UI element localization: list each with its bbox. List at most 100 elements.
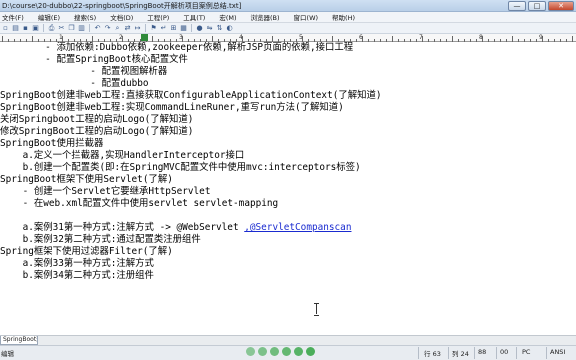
column-icon[interactable]: ▦: [179, 24, 188, 33]
menu-browser[interactable]: 浏览器(B): [244, 12, 287, 22]
line-text: SpringBoot使用拦截器: [0, 138, 104, 149]
editor-line: - 配置视图解析器: [0, 66, 167, 78]
undo-icon[interactable]: ↶: [93, 24, 102, 33]
ruler-number: 4: [239, 34, 243, 41]
window-title: D:\course\20-dubbo\22-springboot\SpringB…: [2, 2, 242, 10]
maximize-button[interactable]: □: [528, 1, 546, 11]
status-tray-icon[interactable]: [294, 347, 303, 356]
ruler-number: 1: [59, 34, 63, 41]
ruler-number: 3: [179, 34, 183, 41]
save-all-icon[interactable]: ▣: [31, 24, 40, 33]
line-text: SpringBoot创建非web工程:直接获取ConfigurableAppli…: [0, 90, 382, 101]
editor-line: SpringBoot创建非web工程:直接获取ConfigurableAppli…: [0, 90, 382, 102]
menu-help[interactable]: 帮助(H): [325, 12, 362, 22]
menu-search[interactable]: 搜索(S): [67, 12, 103, 22]
status-tray-icon[interactable]: [246, 347, 255, 356]
paste-icon[interactable]: ▥: [77, 24, 86, 33]
ruler-number: 7: [419, 34, 423, 41]
status-divider: [496, 347, 497, 359]
compare-icon[interactable]: ⇋: [205, 24, 214, 33]
save-icon[interactable]: ▪: [21, 24, 30, 33]
status-chars: 88: [478, 348, 487, 356]
editor-line: b.创建一个配置类(即:在SpringMVC配置文件中使用mvc:interce…: [0, 162, 361, 174]
editor-line: SpringBoot框架下使用Servlet(了解): [0, 174, 173, 186]
copy-icon[interactable]: ❐: [67, 24, 76, 33]
editor-line: - 在web.xml配置文件中使用servlet servlet-mapping: [0, 198, 279, 210]
editor-line: a.定义一个拦截器,实现HandlerInterceptor接口: [0, 150, 245, 162]
print-icon[interactable]: ⎙: [47, 24, 56, 33]
replace-icon[interactable]: ⇄: [123, 24, 132, 33]
status-line: 行 63: [424, 350, 441, 358]
ruler-caret-icon: [141, 34, 148, 41]
status-bar: 编辑 行 63 列 24 88 00 PC ANSI: [0, 345, 576, 360]
status-tray-icon[interactable]: [258, 347, 267, 356]
status-column: 列 24: [452, 350, 469, 358]
status-encoding: ANSI: [550, 348, 566, 356]
status-mode-text: 编辑: [1, 350, 14, 358]
line-text: a.定义一个拦截器,实现HandlerInterceptor接口: [0, 150, 245, 161]
line-text: SpringBoot框架下使用Servlet(了解): [0, 174, 173, 185]
new-icon[interactable]: ▫: [1, 24, 10, 33]
toolbar-separator: [43, 24, 44, 32]
text-cursor-icon: [313, 303, 320, 316]
line-text: a.案例33第一种方式:注解方式: [0, 258, 154, 269]
status-tray-icon[interactable]: [306, 347, 315, 356]
status-divider: [418, 347, 419, 359]
editor-line: SpringBoot使用拦截器: [0, 138, 103, 150]
line-text: a.案例31第一种方式:注解方式 -> @WebServlet: [0, 222, 245, 233]
open-icon[interactable]: ▤: [11, 24, 20, 33]
document-tab-bar: SpringBoot开解析项目: [0, 335, 576, 345]
editor-line: Spring框架下使用过滤器Filter(了解): [0, 246, 173, 258]
goto-icon[interactable]: ↦: [133, 24, 142, 33]
line-text: - 在web.xml配置文件中使用servlet servlet-mapping: [0, 198, 279, 209]
status-position: 00: [500, 348, 509, 356]
editor-line: a.案例31第一种方式:注解方式 -> @WebServlet ,@Servle…: [0, 222, 352, 234]
wrap-icon[interactable]: ↵: [159, 24, 168, 33]
menu-bar: 文件(F) 编辑(E) 搜索(S) 文档(D) 工程(P) 工具(T) 宏(M)…: [0, 12, 576, 23]
hex-icon[interactable]: ⊞: [169, 24, 178, 33]
menu-document[interactable]: 文档(D): [103, 12, 140, 22]
minimize-button[interactable]: —: [508, 1, 526, 11]
menu-window[interactable]: 窗口(W): [287, 12, 326, 22]
browser-icon[interactable]: ◐: [225, 24, 234, 33]
editor-line: SpringBoot创建非web工程:实现CommandLineRuner,重写…: [0, 102, 344, 114]
document-tab[interactable]: SpringBoot开解析项目: [0, 336, 38, 345]
text-editor[interactable]: - 添加依赖:Dubbo依赖,zookeeper依赖,解析JSP页面的依赖,接口…: [0, 42, 576, 335]
bookmark-icon[interactable]: ⚑: [149, 24, 158, 33]
line-text: 修改SpringBoot工程的启动Logo(了解知道): [0, 126, 194, 137]
editor-line: 关闭Springboot工程的启动Logo(了解知道): [0, 114, 193, 126]
line-text: - 配置SpringBoot核心配置文件: [0, 54, 188, 65]
editor-line: 修改SpringBoot工程的启动Logo(了解知道): [0, 126, 193, 138]
toolbar: ▫ ▤ ▪ ▣ ⎙ ✂ ❐ ▥ ↶ ↷ ⌕ ⇄ ↦ ⚑ ↵ ⊞ ▦ ● ⇋ ⇅ ◐: [0, 23, 576, 34]
line-text: - 配置dubbo: [0, 78, 149, 89]
toolbar-separator: [145, 24, 146, 32]
line-text: Spring框架下使用过滤器Filter(了解): [0, 246, 173, 257]
ruler-number: 8: [479, 34, 483, 41]
editor-line: - 添加依赖:Dubbo依赖,zookeeper依赖,解析JSP页面的依赖,接口…: [0, 42, 353, 54]
menu-edit[interactable]: 编辑(E): [31, 12, 67, 22]
find-icon[interactable]: ⌕: [113, 24, 122, 33]
toolbar-separator: [89, 24, 90, 32]
ruler-number: 6: [359, 34, 363, 41]
line-text: - 创建一个Servlet它要继承HttpServlet: [0, 186, 211, 197]
menu-macro[interactable]: 宏(M): [212, 12, 243, 22]
cut-icon[interactable]: ✂: [57, 24, 66, 33]
menu-tools[interactable]: 工具(T): [176, 12, 212, 22]
editor-line: - 配置SpringBoot核心配置文件: [0, 54, 188, 66]
status-icons: [246, 347, 315, 356]
title-bar: D:\course\20-dubbo\22-springboot\SpringB…: [0, 0, 576, 12]
line-text: b.案例34第二种方式:注册组件: [0, 270, 154, 281]
toolbar-separator: [191, 24, 192, 32]
status-tray-icon[interactable]: [270, 347, 279, 356]
ruler-number: 5: [299, 34, 303, 41]
hyperlink-text[interactable]: ,@ServletCompanscan: [244, 222, 351, 233]
line-text: 关闭Springboot工程的启动Logo(了解知道): [0, 114, 194, 125]
menu-project[interactable]: 工程(P): [140, 12, 176, 22]
macro-icon[interactable]: ●: [195, 24, 204, 33]
close-button[interactable]: ✕: [548, 1, 574, 11]
status-divider: [448, 347, 449, 359]
status-tray-icon[interactable]: [282, 347, 291, 356]
menu-file[interactable]: 文件(F): [0, 12, 31, 22]
redo-icon[interactable]: ↷: [103, 24, 112, 33]
ftp-icon[interactable]: ⇅: [215, 24, 224, 33]
